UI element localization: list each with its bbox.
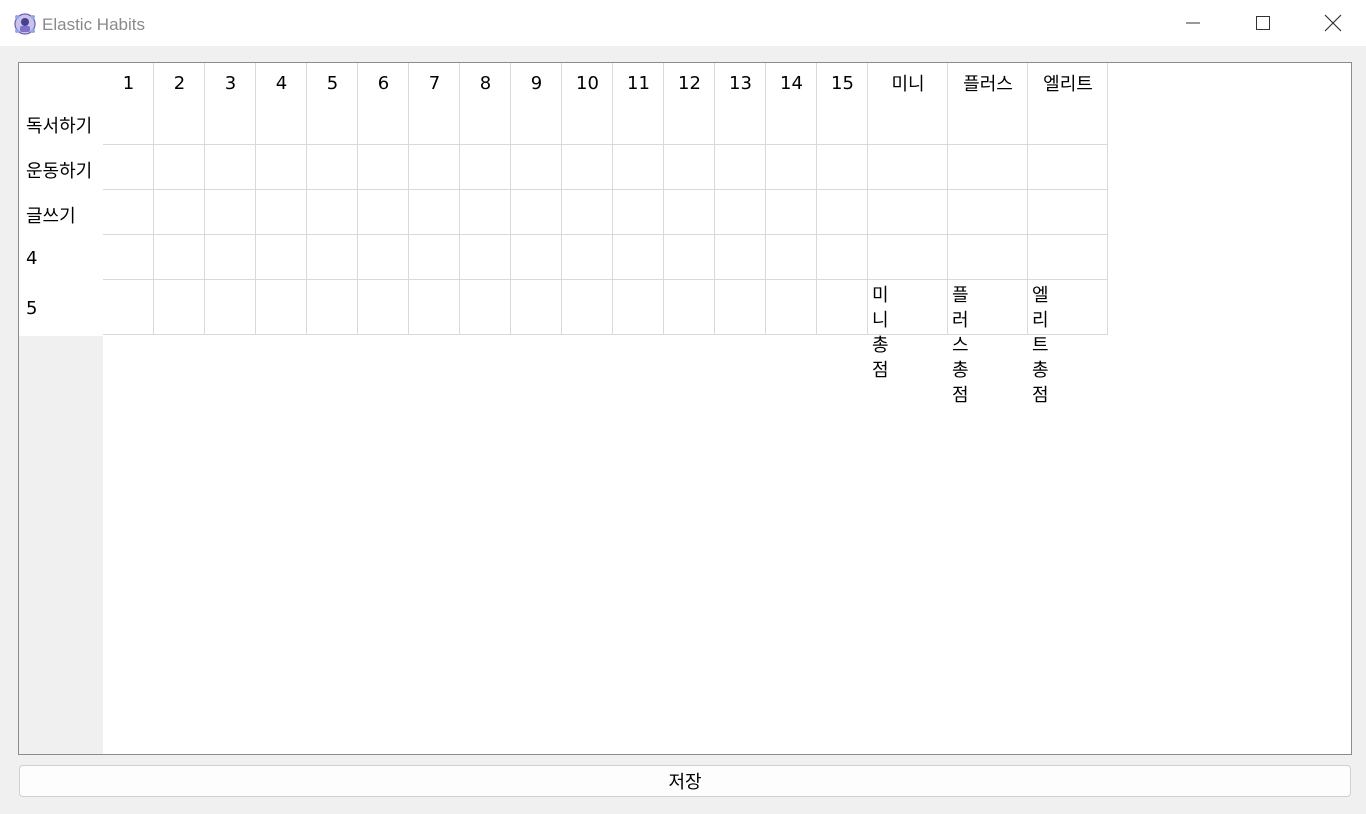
minimize-button[interactable] <box>1158 0 1228 46</box>
column-header-elite[interactable]: 엘리트 <box>1028 63 1108 103</box>
grid-line <box>947 63 948 335</box>
column-header-mini[interactable]: 미니 <box>868 63 948 103</box>
grid-line <box>357 63 358 335</box>
column-header[interactable]: 10 <box>562 63 613 103</box>
habit-table[interactable]: 독서하기 운동하기 글쓰기 4 5 1 2 3 4 5 6 7 8 9 10 1… <box>18 62 1352 755</box>
grid-line <box>510 63 511 335</box>
mini-total-line1: 미니 <box>872 285 889 331</box>
column-header[interactable]: 14 <box>766 63 817 103</box>
grid-line <box>1027 63 1028 335</box>
column-header[interactable]: 6 <box>358 63 409 103</box>
column-header[interactable]: 11 <box>613 63 664 103</box>
row-label-exercise[interactable]: 운동하기 <box>26 157 92 183</box>
grid-line <box>103 144 1108 145</box>
column-header[interactable]: 15 <box>817 63 868 103</box>
column-header[interactable]: 13 <box>715 63 766 103</box>
grid-line <box>306 63 307 335</box>
column-header[interactable]: 12 <box>664 63 715 103</box>
grid-line <box>103 279 1108 280</box>
close-icon <box>1324 14 1342 32</box>
row-label-5[interactable]: 5 <box>26 298 37 319</box>
grid-line <box>816 63 817 335</box>
row-header-area <box>19 63 103 336</box>
column-header[interactable]: 1 <box>103 63 154 103</box>
elite-total-label[interactable]: 엘리트 총점 <box>1032 283 1049 408</box>
column-header[interactable]: 2 <box>154 63 205 103</box>
grid-line <box>459 63 460 335</box>
grid-line <box>103 189 1108 190</box>
grid-line <box>255 63 256 335</box>
save-button[interactable]: 저장 <box>19 765 1351 797</box>
column-header[interactable]: 4 <box>256 63 307 103</box>
grid-line <box>612 63 613 335</box>
grid-line <box>103 234 1108 235</box>
app-window: Elastic Habits 독서하기 운동하기 글쓰기 4 5 1 2 3 4… <box>0 0 1366 814</box>
mini-total-line2: 총점 <box>872 335 889 381</box>
title-bar[interactable]: Elastic Habits <box>0 0 1366 46</box>
close-button[interactable] <box>1298 0 1366 46</box>
column-header-plus[interactable]: 플러스 <box>948 63 1028 103</box>
column-header[interactable]: 8 <box>460 63 511 103</box>
grid-line <box>765 63 766 335</box>
maximize-button[interactable] <box>1228 0 1298 46</box>
mini-total-label[interactable]: 미니 총점 <box>872 283 889 383</box>
maximize-icon <box>1256 16 1270 30</box>
grid-line <box>204 63 205 335</box>
grid-line <box>561 63 562 335</box>
column-header[interactable]: 5 <box>307 63 358 103</box>
column-header[interactable]: 7 <box>409 63 460 103</box>
grid-line <box>1107 63 1108 335</box>
grid-line <box>408 63 409 335</box>
plus-total-line2: 총점 <box>952 360 969 406</box>
column-header[interactable]: 3 <box>205 63 256 103</box>
row-label-writing[interactable]: 글쓰기 <box>26 202 76 228</box>
row-label-reading[interactable]: 독서하기 <box>26 112 92 138</box>
plus-total-line1: 플러스 <box>952 285 969 356</box>
grid-line <box>663 63 664 335</box>
app-logo-icon <box>13 12 37 36</box>
elite-total-line1: 엘리트 <box>1032 285 1049 356</box>
column-header[interactable]: 9 <box>511 63 562 103</box>
grid-line <box>153 63 154 335</box>
plus-total-label[interactable]: 플러스 총점 <box>952 283 969 408</box>
minimize-icon <box>1186 22 1200 24</box>
row-label-4[interactable]: 4 <box>26 248 37 269</box>
elite-total-line2: 총점 <box>1032 360 1049 406</box>
grid-line <box>714 63 715 335</box>
window-title: Elastic Habits <box>42 15 145 34</box>
grid-line <box>867 63 868 335</box>
